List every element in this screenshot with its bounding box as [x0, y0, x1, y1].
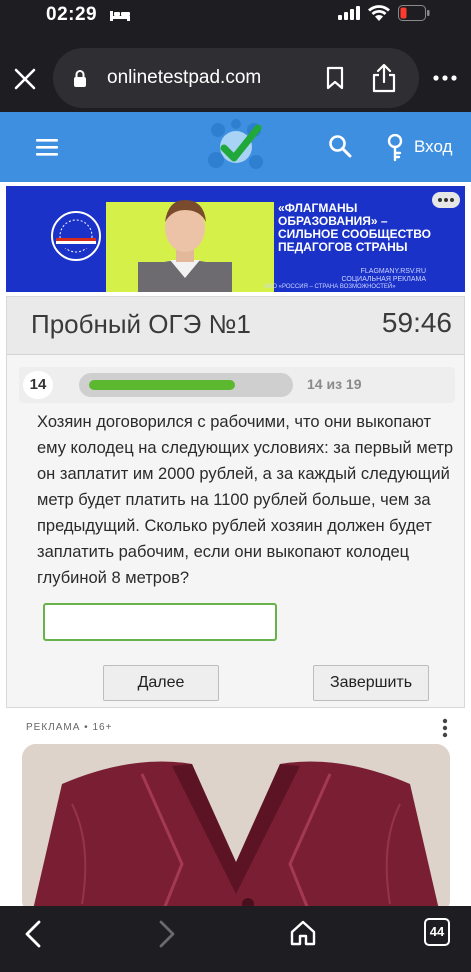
close-icon[interactable]: [12, 66, 38, 92]
back-arrow-icon[interactable]: [24, 920, 42, 948]
tabs-count-button[interactable]: 44: [424, 918, 450, 946]
banner-headline: «Флагманы образования» – сильное сообщес…: [278, 201, 431, 254]
ad-product-image[interactable]: [22, 744, 450, 906]
ad-options-icon[interactable]: [432, 192, 460, 208]
home-icon[interactable]: [290, 920, 316, 946]
status-time: 02:29: [46, 4, 98, 25]
banner-person-photo: [138, 200, 232, 292]
banner-footer: АНО «РОССИЯ – СТРАНА ВОЗМОЖНОСТЕЙ»: [264, 284, 396, 290]
answer-input[interactable]: [43, 603, 277, 641]
progress-row: 14 14 из 19: [19, 367, 455, 403]
address-bar[interactable]: onlinetestpad.com: [53, 48, 419, 108]
test-title: Пробный ОГЭ №1: [31, 309, 251, 339]
ad-label: РЕКЛАМА • 16+: [26, 722, 113, 733]
wifi-icon: [368, 5, 390, 21]
progress-bar-fill: [89, 380, 235, 390]
lock-icon: [74, 70, 86, 87]
test-header: Пробный ОГЭ №1 59:46: [7, 297, 464, 355]
menu-hamburger-icon[interactable]: [36, 138, 58, 156]
key-icon: [387, 134, 403, 162]
browser-bottom-nav: 44: [0, 906, 471, 972]
burgundy-leather-jacket-image: [22, 744, 450, 906]
page-content: «Флагманы образования» – сильное сообщес…: [0, 182, 471, 906]
onlinetestpad-logo-icon[interactable]: [204, 118, 268, 176]
forward-arrow-icon[interactable]: [158, 920, 176, 948]
test-card: Пробный ОГЭ №1 59:46 14 14 из 19 Хозяин …: [6, 296, 465, 708]
status-bar: 02:29: [0, 0, 471, 36]
progress-count: 14 из 19: [307, 376, 362, 392]
test-timer: 59:46: [381, 307, 452, 338]
ad-banner[interactable]: «Флагманы образования» – сильное сообщес…: [6, 186, 465, 292]
ad-section: РЕКЛАМА • 16+: [6, 710, 465, 906]
search-icon[interactable]: [328, 134, 352, 158]
russia-land-of-opportunity-emblem-icon: [51, 211, 101, 261]
more-options-icon[interactable]: [433, 74, 457, 82]
finish-button[interactable]: Завершить: [313, 665, 429, 701]
site-header: Вход: [0, 112, 471, 182]
ad-more-options-icon[interactable]: [442, 718, 448, 738]
progress-bar: [79, 373, 293, 397]
share-icon[interactable]: [371, 63, 397, 93]
login-label[interactable]: Вход: [414, 137, 452, 157]
next-button[interactable]: Далее: [103, 665, 219, 701]
cellular-signal-icon: [338, 6, 360, 20]
url-text[interactable]: onlinetestpad.com: [107, 67, 261, 89]
battery-low-icon: [398, 5, 430, 21]
bookmark-icon[interactable]: [325, 66, 345, 90]
sleep-bed-icon: [110, 11, 130, 21]
browser-toolbar: onlinetestpad.com: [0, 36, 471, 112]
banner-subtext: FLAGMANY.RSV.RU СОЦИАЛЬНАЯ РЕКЛАМА: [341, 268, 426, 283]
question-text: Хозяин договорился с рабочими, что они в…: [37, 413, 454, 587]
question-number-badge: 14: [23, 371, 53, 399]
